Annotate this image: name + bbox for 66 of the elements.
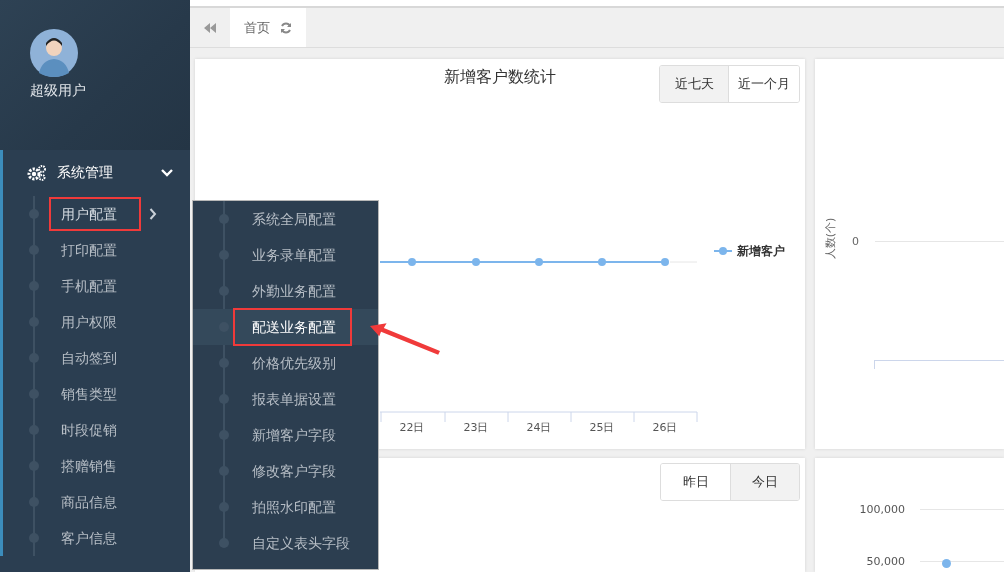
tab[interactable]: 首页 <box>230 8 306 47</box>
item-label: 用户权限 <box>60 313 118 332</box>
submenu-item[interactable]: 系统全局配置 <box>193 201 378 237</box>
axis-label: 25日 <box>589 421 615 434</box>
sidebar-item[interactable]: 时段促销 <box>3 412 190 448</box>
chart-title: 新增客户数统计 <box>444 67 556 88</box>
menu-group[interactable]: 系统管理 <box>0 150 190 196</box>
submenu-item[interactable]: 业务录单配置 <box>193 237 378 273</box>
avatar-icon <box>30 29 78 77</box>
item-label: 配送业务配置 <box>233 308 352 346</box>
axis-label: 24日 <box>526 421 552 434</box>
item-label: 系统全局配置 <box>251 210 337 229</box>
sidebar-item[interactable]: 打印配置 <box>3 232 190 268</box>
item-label: 新增客户字段 <box>251 426 337 445</box>
axis-label: 0 <box>852 234 860 248</box>
menu-group-label: 系统管理 <box>57 164 114 182</box>
sidebar-item[interactable]: 搭赠销售 <box>3 448 190 484</box>
sidebar-item[interactable]: 用户权限 <box>3 304 190 340</box>
gears-icon <box>27 164 47 182</box>
double-arrow-left-icon <box>204 22 216 33</box>
tab-label: 首页 <box>244 18 270 37</box>
legend-item[interactable]: 新增客户 <box>713 244 785 258</box>
submenu-item[interactable]: 新增客户字段 <box>193 417 378 453</box>
sidebar-item[interactable]: 客户信息 <box>3 520 190 556</box>
submenu-item[interactable]: 修改客户字段 <box>193 453 378 489</box>
refresh-icon[interactable] <box>280 21 292 34</box>
axis-label: 23日 <box>463 421 489 434</box>
submenu-item[interactable]: 报表单据设置 <box>193 381 378 417</box>
item-label: 价格优先级别 <box>251 354 337 373</box>
chevron-down-icon <box>161 169 173 177</box>
item-label: 外勤业务配置 <box>251 282 337 301</box>
sidebar-item[interactable]: 销售类型 <box>3 376 190 412</box>
item-label: 拍照水印配置 <box>251 498 337 517</box>
item-label: 搭赠销售 <box>60 457 118 476</box>
item-label: 客户信息 <box>60 529 118 548</box>
user-name: 超级用户 <box>30 82 86 100</box>
range-button[interactable]: 今日 <box>730 464 799 500</box>
submenu-item[interactable]: 自定义表头字段 <box>193 525 378 561</box>
item-label: 销售类型 <box>60 385 118 404</box>
item-label: 自定义表头字段 <box>251 534 351 553</box>
item-label: 业务录单配置 <box>251 246 337 265</box>
axis-title: 人数(个) <box>823 217 839 260</box>
range-button[interactable]: 近一个月 <box>728 66 799 102</box>
item-label: 报表单据设置 <box>251 390 337 409</box>
data-point <box>942 559 951 568</box>
submenu-item[interactable]: 拍照水印配置 <box>193 489 378 525</box>
axis-label: 26日 <box>652 421 678 434</box>
sidebar-item[interactable]: 自动签到 <box>3 340 190 376</box>
item-label: 修改客户字段 <box>251 462 337 481</box>
item-label: 时段促销 <box>60 421 118 440</box>
submenu-item[interactable]: 价格优先级别 <box>193 345 378 381</box>
item-label: 商品信息 <box>60 493 118 512</box>
sidebar-item[interactable]: 手机配置 <box>3 268 190 304</box>
submenu-item[interactable]: 外勤业务配置 <box>193 273 378 309</box>
item-label: 打印配置 <box>60 241 118 260</box>
range-button[interactable]: 近七天 <box>660 66 728 102</box>
axis-label: 100,000 <box>858 502 905 516</box>
arrow-icon <box>370 323 440 355</box>
item-label: 自动签到 <box>60 349 118 368</box>
submenu-item[interactable]: 配送业务配置 <box>193 309 378 345</box>
axis-label: 50,000 <box>865 554 905 568</box>
axis-label: 22日 <box>399 421 425 434</box>
sidebar-item[interactable]: 商品信息 <box>3 484 190 520</box>
item-label: 用户配置 <box>49 197 141 231</box>
sidebar-item[interactable]: 用户配置 <box>3 196 190 232</box>
item-label: 手机配置 <box>60 277 118 296</box>
